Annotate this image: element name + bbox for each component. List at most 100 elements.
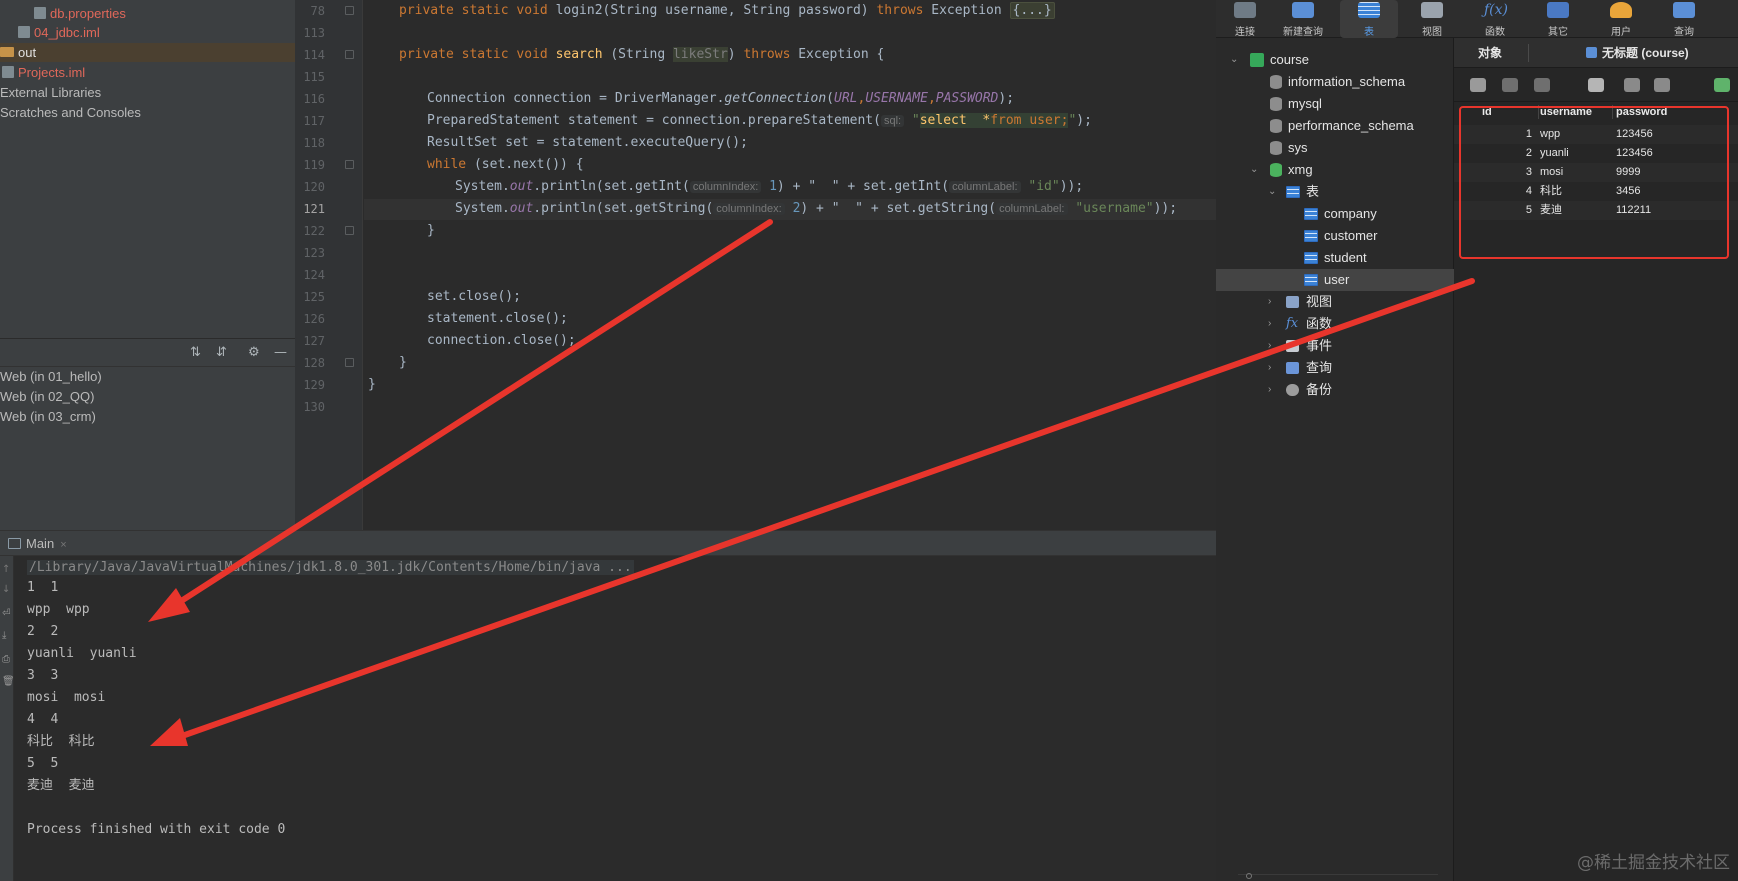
fold-marker[interactable]	[345, 50, 354, 59]
chevron-down-icon[interactable]: ⌄	[1250, 165, 1260, 175]
chevron-right-icon[interactable]: ›	[1268, 385, 1278, 395]
refresh-icon[interactable]	[1534, 78, 1550, 92]
expand-all-icon[interactable]: ⇅	[190, 346, 201, 360]
code-editor[interactable]: private static void login2(String userna…	[364, 0, 1216, 530]
gear-icon[interactable]: ⚙	[248, 346, 260, 360]
user-icon	[1610, 2, 1632, 18]
tree-item-external-libraries[interactable]: External Libraries	[0, 83, 295, 102]
minimize-icon[interactable]: —	[274, 346, 287, 360]
service-item[interactable]: Web (in 03_crm)	[0, 409, 96, 424]
db-xmg[interactable]: ⌄ xmg	[1216, 159, 1454, 181]
table-row[interactable]: 4 科比 3456	[1454, 182, 1738, 201]
tool-functions[interactable]: ƒ(x) 函数	[1466, 0, 1524, 38]
kw-throws: throws	[876, 3, 924, 18]
line-number: 117	[303, 114, 325, 128]
table-user[interactable]: user	[1216, 269, 1454, 291]
other-icon	[1547, 2, 1569, 18]
console-output[interactable]: /Library/Java/JavaVirtualMachines/jdk1.8…	[14, 556, 1216, 881]
chevron-right-icon[interactable]: ›	[1268, 341, 1278, 351]
tool-connect[interactable]: 连接	[1216, 0, 1274, 38]
folder-events[interactable]: › 事件	[1216, 335, 1454, 357]
tool-tables[interactable]: 表	[1340, 0, 1398, 38]
tab-query[interactable]: 无标题 (course)	[1586, 38, 1689, 68]
folder-queries[interactable]: › 查询	[1216, 357, 1454, 379]
db-sys[interactable]: sys	[1216, 137, 1454, 159]
print-icon[interactable]: ⎙	[2, 654, 10, 665]
soft-wrap-icon[interactable]: ⏎	[2, 608, 10, 619]
column-header-username[interactable]: username	[1540, 102, 1592, 122]
code-line-120: System.out.println(set.getInt(columnInde…	[455, 179, 1083, 195]
column-header-password[interactable]: password	[1616, 102, 1667, 122]
grid-view-icon[interactable]	[1714, 78, 1730, 92]
service-item[interactable]: Web (in 02_QQ)	[0, 389, 94, 404]
number-literal: 1	[769, 179, 777, 194]
tab-objects[interactable]: 对象	[1478, 38, 1502, 68]
folder-tables[interactable]: ⌄ 表	[1216, 181, 1454, 203]
line-number: 119	[303, 158, 325, 172]
trash-icon[interactable]: 🗑	[2, 676, 15, 687]
close-parens: ));	[1059, 179, 1084, 194]
table-customer[interactable]: customer	[1216, 225, 1454, 247]
chevron-right-icon[interactable]: ›	[1268, 297, 1278, 307]
run-tab-main[interactable]: Main ×	[8, 535, 67, 553]
tool-label: 函数	[1485, 27, 1505, 38]
tree-item-scratches[interactable]: Scratches and Consoles	[0, 103, 295, 122]
scroll-up-icon[interactable]: ↑	[2, 564, 10, 575]
tab-query-label: 无标题 (course)	[1602, 46, 1689, 60]
collapse-all-icon[interactable]: ⇵	[216, 346, 227, 360]
export-icon[interactable]	[1588, 78, 1604, 92]
tool-new-query[interactable]: 新建查询	[1274, 0, 1332, 38]
collapsed-block[interactable]: {...}	[1009, 2, 1055, 19]
db-information-schema[interactable]: information_schema	[1216, 71, 1454, 93]
table-icon	[1304, 208, 1318, 220]
folder-backups[interactable]: › 备份	[1216, 379, 1454, 401]
line-number: 126	[303, 312, 325, 326]
tree-item-out[interactable]: out	[0, 43, 295, 62]
chevron-down-icon[interactable]: ⌄	[1230, 55, 1240, 65]
inlay-hint-sql: sql:	[880, 115, 905, 127]
add-record-icon[interactable]	[1470, 78, 1486, 92]
cell-id: 3	[1525, 166, 1532, 178]
table-company[interactable]: company	[1216, 203, 1454, 225]
exception-brace: Exception {	[798, 47, 885, 62]
folder-views[interactable]: › 视图	[1216, 291, 1454, 313]
db-performance-schema[interactable]: performance_schema	[1216, 115, 1454, 137]
db-mysql[interactable]: mysql	[1216, 93, 1454, 115]
table-row[interactable]: 1 wpp 123456	[1454, 125, 1738, 144]
tool-other[interactable]: 其它	[1529, 0, 1587, 38]
comma: ,	[927, 91, 936, 106]
tree-item-iml[interactable]: 04_jdbc.iml	[0, 23, 295, 42]
service-item[interactable]: Web (in 01_hello)	[0, 369, 102, 384]
table-student[interactable]: student	[1216, 247, 1454, 269]
chevron-right-icon[interactable]: ›	[1268, 319, 1278, 329]
sort-icon[interactable]	[1654, 78, 1670, 92]
table-row[interactable]: 5 麦迪 112211	[1454, 201, 1738, 220]
chevron-down-icon[interactable]: ⌄	[1268, 187, 1278, 197]
navigator-search[interactable]	[1238, 873, 1438, 881]
scroll-down-icon[interactable]: ↓	[2, 584, 10, 595]
println-getint: .println(set.getInt(	[533, 179, 690, 194]
scroll-end-icon[interactable]: ⤓	[2, 630, 6, 641]
tool-query[interactable]: 查询	[1655, 0, 1713, 38]
table-row[interactable]: 2 yuanli 123456	[1454, 144, 1738, 163]
fold-marker[interactable]	[345, 358, 354, 367]
tree-item-projects-iml[interactable]: Projects.iml	[0, 63, 295, 82]
concat: ) + " " + set.getString(	[800, 201, 997, 216]
folder-functions[interactable]: › fx 函数	[1216, 313, 1454, 335]
table-row[interactable]: 3 mosi 9999	[1454, 163, 1738, 182]
fold-marker[interactable]	[345, 6, 354, 15]
chevron-right-icon[interactable]: ›	[1268, 363, 1278, 373]
close-tab-icon[interactable]: ×	[60, 539, 66, 551]
tool-users[interactable]: 用户	[1592, 0, 1650, 38]
tool-views[interactable]: 视图	[1403, 0, 1461, 38]
tree-item-db-properties[interactable]: db.properties	[0, 4, 295, 23]
navicat-navigator: ⌄ course information_schema mysql perform…	[1216, 38, 1454, 881]
filter-icon[interactable]	[1624, 78, 1640, 92]
fold-marker[interactable]	[345, 226, 354, 235]
delete-record-icon[interactable]	[1502, 78, 1518, 92]
fold-marker[interactable]	[345, 160, 354, 169]
connection-course[interactable]: ⌄ course	[1216, 49, 1454, 71]
line-number: 115	[303, 70, 325, 84]
column-header-id[interactable]: id	[1482, 102, 1492, 122]
result-grid[interactable]: id username password 1 wpp 123456 2 yuanli 1…	[1454, 102, 1738, 881]
